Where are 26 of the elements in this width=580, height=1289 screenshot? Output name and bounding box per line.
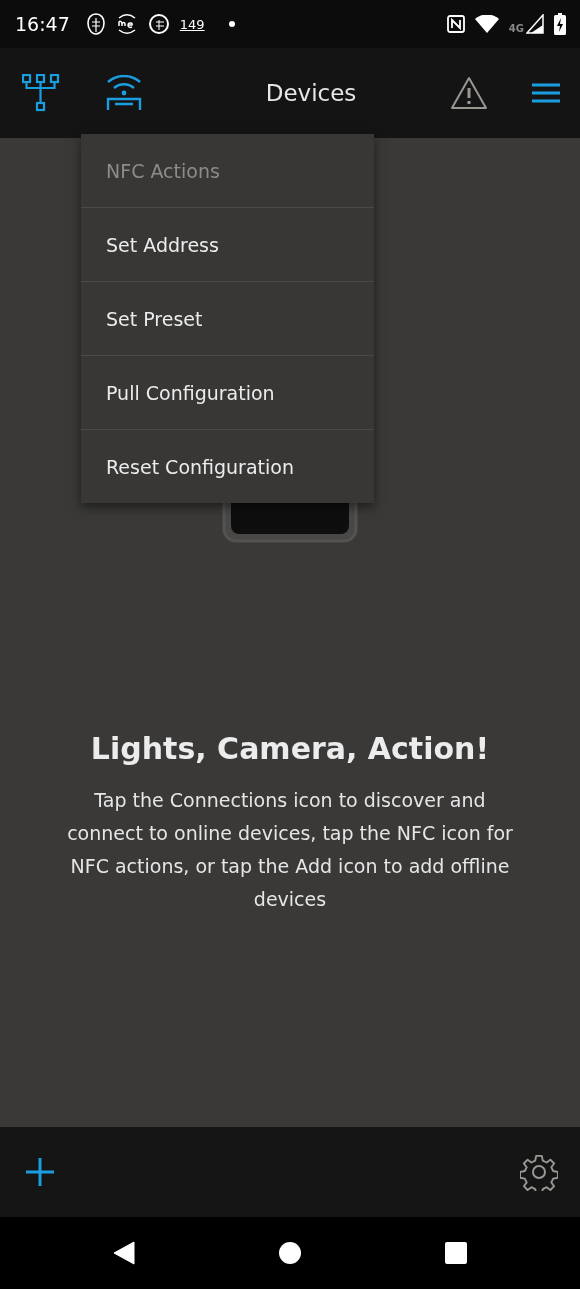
menu-item[interactable]: Reset Configuration xyxy=(81,430,374,503)
menu-item[interactable]: Pull Configuration xyxy=(81,356,374,430)
nfc-icon xyxy=(446,15,465,33)
home-icon[interactable] xyxy=(279,1242,301,1264)
network-type: 4G xyxy=(508,22,524,34)
notification-count: 149 xyxy=(179,16,205,32)
dot-icon xyxy=(228,21,235,27)
nfc-reader-icon[interactable] xyxy=(106,75,142,111)
settings-icon[interactable] xyxy=(520,1153,558,1191)
empty-state-heading: Lights, Camera, Action! xyxy=(90,731,490,766)
globe-icon xyxy=(147,13,170,35)
status-time: 16:47 xyxy=(15,13,70,35)
smile-logo-icon xyxy=(115,14,138,34)
menu-icon[interactable] xyxy=(532,83,560,103)
empty-state-message: Tap the Connections icon to discover and connect to online devices, tap the NFC icon for NFC actions, or tap the Add icon to add offline devices xyxy=(66,788,514,912)
signal-icon xyxy=(526,14,544,34)
add-icon[interactable] xyxy=(26,1158,54,1186)
wifi-icon xyxy=(474,15,499,33)
back-icon[interactable] xyxy=(113,1241,135,1265)
network-tree-icon[interactable] xyxy=(22,74,60,112)
warning-icon[interactable] xyxy=(450,76,488,110)
menu-header: NFC Actions xyxy=(81,134,374,208)
menu-item[interactable]: Set Address xyxy=(81,208,374,282)
menu-item[interactable]: Set Preset xyxy=(81,282,374,356)
battery-icon xyxy=(554,13,566,35)
screen-title: Devices xyxy=(264,80,358,106)
